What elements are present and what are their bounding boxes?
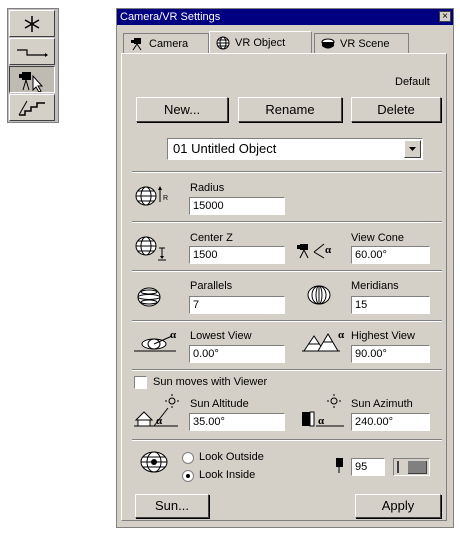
close-button[interactable]: × xyxy=(439,11,451,22)
rename-button[interactable]: Rename xyxy=(238,97,342,122)
sun-button[interactable]: Sun... xyxy=(135,494,209,518)
center-z-globe-icon xyxy=(135,236,166,261)
tab-vr-object-label: VR Object xyxy=(235,37,286,49)
stair-tool[interactable] xyxy=(9,94,55,121)
meridians-icon xyxy=(307,285,331,305)
center-z-input[interactable]: 1500 xyxy=(189,246,285,264)
radius-globe-icon: R xyxy=(135,186,168,206)
divider xyxy=(132,171,442,173)
radius-input[interactable]: 15000 xyxy=(189,197,285,215)
divider xyxy=(132,221,442,223)
object-select-value: 01 Untitled Object xyxy=(173,141,277,156)
object-select[interactable]: 01 Untitled Object xyxy=(167,138,423,160)
tab-camera[interactable]: Camera xyxy=(123,33,209,53)
slider-thumb[interactable] xyxy=(408,461,427,474)
divider xyxy=(132,320,442,322)
sun-altitude-icon: α xyxy=(134,394,179,427)
look-outside-radio[interactable] xyxy=(182,452,194,464)
parallels-label: Parallels xyxy=(190,280,233,292)
meridians-label: Meridians xyxy=(351,280,399,292)
dropdown-arrow-button[interactable] xyxy=(404,140,421,158)
radius-label: Radius xyxy=(190,182,225,194)
sun-azimuth-icon: α xyxy=(302,394,344,427)
divider xyxy=(132,369,442,371)
delete-button-label: Delete xyxy=(377,102,415,117)
svg-text:α: α xyxy=(318,415,325,427)
tab-vr-scene[interactable]: VR Scene xyxy=(314,33,409,53)
camera-vr-settings-dialog: Camera/VR Settings × Camera VR Object VR… xyxy=(116,8,454,528)
sun-moves-checkbox[interactable] xyxy=(134,376,147,389)
look-outside-label: Look Outside xyxy=(199,451,264,463)
titlebar: Camera/VR Settings × xyxy=(117,9,453,25)
new-button-label: New... xyxy=(163,102,201,117)
new-button[interactable]: New... xyxy=(136,97,228,122)
look-globe-eye-icon xyxy=(140,451,168,473)
vr-object-panel: Default New... Rename Delete 01 Untitled… xyxy=(121,53,447,521)
highest-view-input[interactable]: 90.00° xyxy=(351,345,430,363)
toolbox xyxy=(7,8,59,123)
tab-camera-label: Camera xyxy=(149,37,189,50)
divider xyxy=(132,270,442,272)
view-cone-input[interactable]: 60.00° xyxy=(351,246,430,264)
apply-button[interactable]: Apply xyxy=(355,494,441,518)
stair-icon xyxy=(18,100,45,116)
marquee-tool[interactable] xyxy=(9,10,55,37)
center-z-label: Center Z xyxy=(190,232,233,244)
divider xyxy=(132,439,442,441)
default-label: Default xyxy=(395,76,430,88)
frame-camera-icon xyxy=(336,458,343,473)
highest-view-icon: α xyxy=(302,329,345,352)
view-cone-camera-icon: α xyxy=(297,243,332,259)
delete-button[interactable]: Delete xyxy=(351,97,441,122)
tab-vr-object[interactable]: VR Object xyxy=(209,31,312,54)
vr-scene-icon xyxy=(321,38,335,48)
rename-button-label: Rename xyxy=(265,102,315,117)
lowest-view-icon: α xyxy=(134,329,177,352)
parallels-icon xyxy=(137,287,161,307)
chevron-down-icon xyxy=(409,147,416,151)
frame-count-input[interactable]: 95 xyxy=(351,458,385,476)
sun-moves-label: Sun moves with Viewer xyxy=(153,376,268,388)
camera-icon xyxy=(131,37,142,50)
look-inside-radio[interactable] xyxy=(182,470,194,482)
vr-object-globe-icon xyxy=(216,36,230,50)
svg-text:α: α xyxy=(338,329,345,341)
view-cone-label: View Cone xyxy=(351,232,404,244)
svg-text:α: α xyxy=(170,329,177,341)
sun-altitude-label: Sun Altitude xyxy=(190,398,249,410)
svg-text:α: α xyxy=(325,244,332,256)
svg-text:α: α xyxy=(156,415,163,427)
section-line-icon xyxy=(17,48,48,57)
section-line-tool[interactable] xyxy=(9,38,55,65)
frame-slider[interactable] xyxy=(393,458,430,476)
camera-pointer-icon xyxy=(19,71,44,92)
svg-text:R: R xyxy=(163,195,168,202)
sun-button-label: Sun... xyxy=(155,498,189,513)
lowest-view-label: Lowest View xyxy=(190,330,252,342)
highest-view-label: Highest View xyxy=(351,330,415,342)
meridians-input[interactable]: 15 xyxy=(351,296,430,314)
lowest-view-input[interactable]: 0.00° xyxy=(189,345,285,363)
parallels-input[interactable]: 7 xyxy=(189,296,285,314)
camera-tool[interactable] xyxy=(9,66,55,93)
sun-azimuth-input[interactable]: 240.00° xyxy=(351,413,430,431)
dialog-title: Camera/VR Settings xyxy=(120,11,221,23)
sun-azimuth-label: Sun Azimuth xyxy=(351,398,413,410)
asterisk-icon xyxy=(24,15,40,32)
sun-altitude-input[interactable]: 35.00° xyxy=(189,413,285,431)
radio-dot xyxy=(186,474,190,478)
apply-button-label: Apply xyxy=(381,498,415,513)
tab-vr-scene-label: VR Scene xyxy=(340,37,390,50)
slider-tick xyxy=(397,461,399,473)
look-inside-label: Look Inside xyxy=(199,469,256,481)
